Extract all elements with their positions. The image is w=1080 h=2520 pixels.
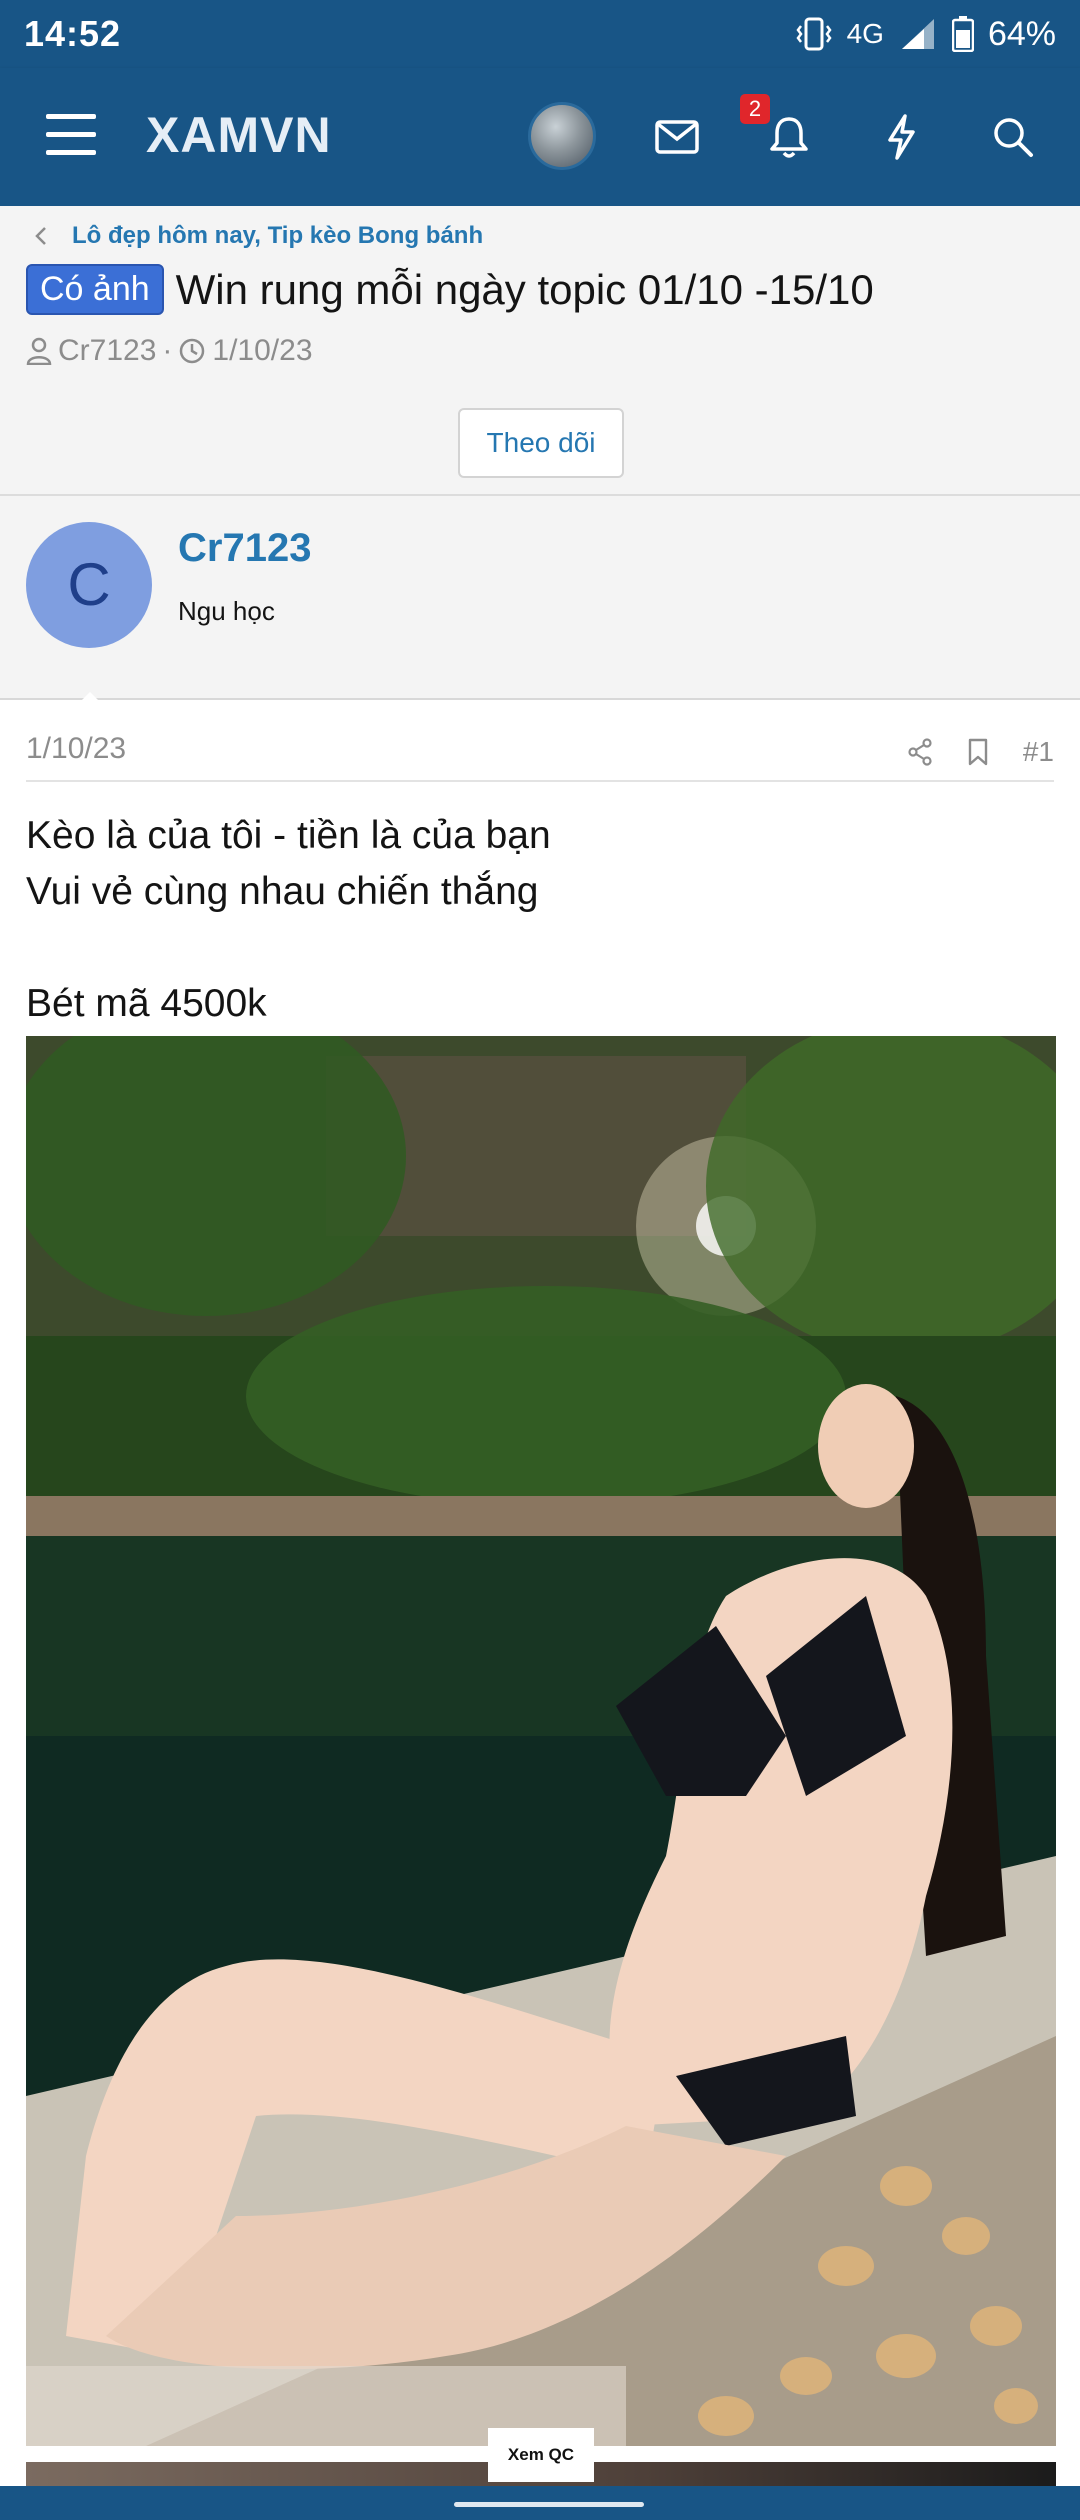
post-meta: 1/10/23 #1 [26,724,1054,782]
post-image[interactable] [26,1036,1056,2446]
signal-icon [901,19,934,49]
notification-badge: 2 [740,94,770,124]
post-date[interactable]: 1/10/23 [26,732,126,766]
author-user-title: Ngu học [178,596,275,626]
network-type: 4G [846,18,884,49]
chevron-left-icon [35,227,46,245]
status-icons: 4G 64% [795,15,1056,54]
post-body: Kèo là của tôi - tiền là của bạn Vui vẻ … [26,808,551,1032]
author-name[interactable]: Cr7123 [178,526,311,571]
thread-date[interactable]: 1/10/23 [212,334,312,368]
avatar[interactable] [528,102,596,170]
thread-meta: Cr7123 · 1/10/23 [26,334,313,368]
thread-author[interactable]: Cr7123 [58,334,156,368]
bookmark-icon[interactable] [967,738,989,766]
post-author-block: C Cr7123 Ngu học [0,496,1080,700]
home-gesture-pill[interactable] [454,2502,644,2507]
post-line: Bét mã 4500k [26,982,267,1025]
thread-header: Lô đẹp hôm nay, Tip kèo Bong bánh Có ảnh… [0,206,1080,496]
post-line: Vui vẻ cùng nhau chiến thắng [26,870,539,913]
post-line-blank [26,920,551,976]
mail-icon[interactable] [642,102,712,172]
search-icon[interactable] [978,102,1048,172]
menu-icon[interactable] [46,114,96,156]
battery-icon [951,16,974,52]
author-avatar[interactable]: C [26,522,152,648]
post-actions: #1 [907,736,1054,768]
thread-title-row: Có ảnh Win rung mỗi ngày topic 01/10 -15… [26,264,874,315]
author-pointer [70,692,110,712]
breadcrumb-link[interactable]: Lô đẹp hôm nay, Tip kèo Bong bánh [72,222,483,250]
post-line: Kèo là của tôi - tiền là của bạn [26,814,551,857]
ad-label[interactable]: Xem QC [488,2428,594,2482]
status-time: 14:52 [24,13,122,54]
navigation-bar [0,2486,1080,2520]
app-header: XAMVN 2 [0,68,1080,206]
photo-illustration [26,1036,1056,2446]
post-number[interactable]: #1 [1023,736,1054,768]
breadcrumb[interactable]: Lô đẹp hôm nay, Tip kèo Bong bánh [34,214,483,258]
follow-button[interactable]: Theo dõi [458,408,624,478]
lightning-icon[interactable] [866,102,936,172]
battery-level: 64% [987,14,1056,53]
thread-title: Win rung mỗi ngày topic 01/10 -15/10 [175,265,874,313]
share-icon[interactable] [907,738,933,766]
thread-prefix-badge[interactable]: Có ảnh [26,264,164,315]
status-bar: 14:52 4G 64% [0,0,1080,68]
clock-icon [180,338,205,364]
user-icon [26,337,52,365]
site-logo[interactable]: XAMVN [146,106,332,164]
vibrate-icon [796,17,832,51]
meta-separator: · [162,334,173,367]
